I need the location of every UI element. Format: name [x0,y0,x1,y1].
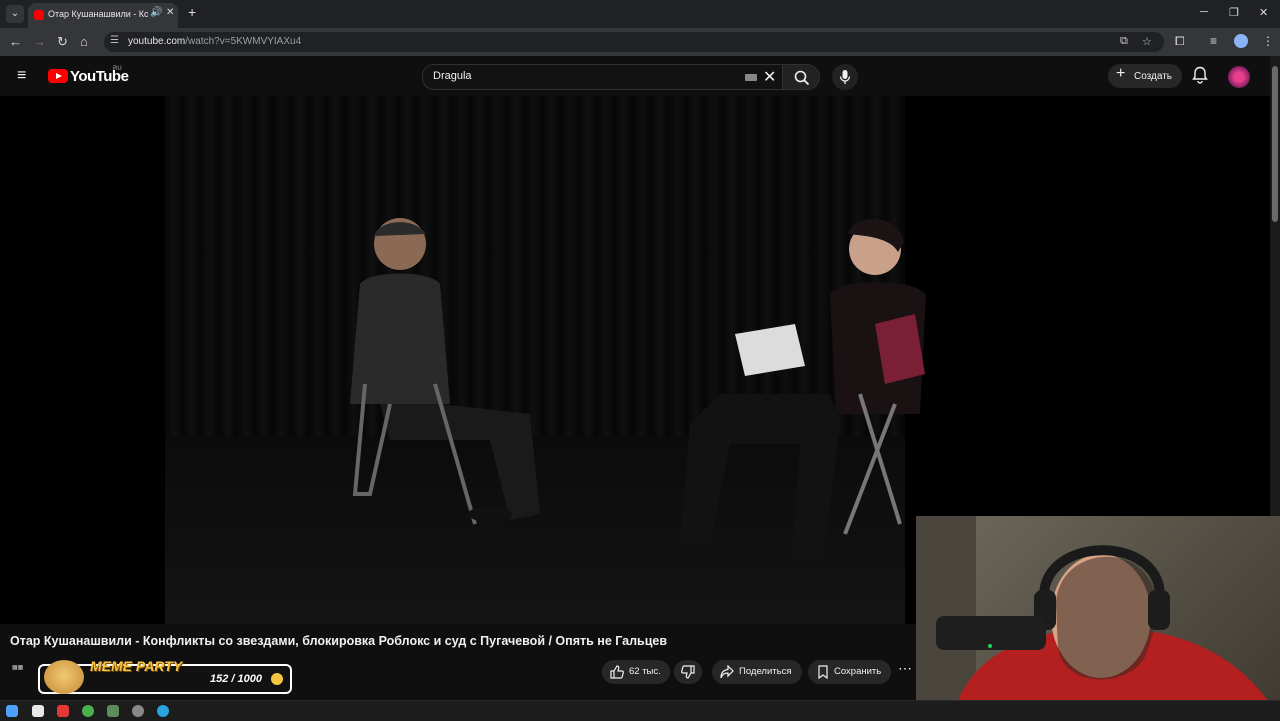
tab-search-button[interactable]: ⌄ [6,5,24,23]
voice-search-button[interactable] [832,64,858,90]
telegram-icon[interactable] [157,705,169,717]
home-icon[interactable]: ⌂ [80,34,88,49]
video-title: Отар Кушанашвили - Конфликты со звездами… [10,634,668,648]
create-button[interactable]: + Создать [1108,64,1182,88]
browser-menu-icon[interactable]: ⋮ [1262,34,1274,48]
url-path: /watch?v=5KWMVYIAXu4 [185,36,302,47]
url-text: youtube.com/watch?v=5KWMVYIAXu4 [128,36,301,47]
create-label: Создать [1134,71,1173,82]
search-icon [794,70,810,86]
search-input[interactable]: Dragula ✕ [422,64,784,90]
youtube-favicon-icon [34,10,44,20]
app-icon-5[interactable] [132,705,144,717]
browser-tab[interactable]: Отар Кушанашвили - Конф 🔊 ✕ [28,3,178,28]
close-window-icon[interactable]: ✕ [1259,6,1268,19]
youtube-logo-icon[interactable] [48,69,68,83]
reload-icon[interactable]: ↻ [57,34,68,50]
close-tab-icon[interactable]: ✕ [166,7,174,18]
thumbs-down-icon [681,665,695,679]
url-host: youtube.com [128,36,186,47]
channel-avatar[interactable]: ▦▦ [12,664,34,678]
like-button[interactable]: 62 тыс. [602,660,670,684]
cast-icon[interactable]: ⧉ [1120,35,1128,48]
bookmark-star-icon[interactable]: ☆ [1142,35,1152,48]
account-avatar[interactable] [1228,66,1250,88]
os-taskbar [0,700,1280,721]
country-code: RU [113,66,122,72]
plus-icon: + [1116,65,1126,82]
share-label: Поделиться [739,666,792,677]
speaker-icon[interactable]: 🔊 [150,7,162,18]
site-info-icon[interactable]: ☰ [110,35,119,46]
bookmark-icon [818,665,828,679]
address-bar[interactable]: ☰ youtube.com/watch?v=5KWMVYIAXu4 ⧉ ☆ [104,32,1164,52]
tab-title: Отар Кушанашвили - Конф [48,9,148,19]
browser-toolbar: ← → ↻ ⌂ ☰ youtube.com/watch?v=5KWMVYIAXu… [0,28,1280,56]
minimize-icon[interactable]: ─ [1200,6,1208,18]
forward-icon[interactable]: → [33,34,46,49]
meme-party-overlay: MEME PARTY 152 / 1000 [38,658,292,694]
thumbs-up-icon [610,665,624,679]
scrollbar-thumb[interactable] [1272,66,1278,222]
streamer-webcam [916,516,1280,720]
video-person-left [350,218,540,525]
youtube-header: ≡ YouTube RU Dragula ✕ + Создать [0,56,1270,96]
doge-icon [44,660,84,694]
share-icon [720,665,734,679]
app-icon-4[interactable] [107,705,119,717]
chrome-icon[interactable] [82,705,94,717]
coin-icon [271,673,283,685]
extensions-icon[interactable]: ⧠ [1175,34,1185,49]
overlay-progress-text: 152 / 1000 [210,673,262,685]
restore-icon[interactable]: ❐ [1229,6,1239,19]
app-y-icon[interactable] [32,705,44,717]
browser-tab-bar: ⌄ Отар Кушанашвили - Конф 🔊 ✕ + ─ ❐ ✕ [0,0,1280,28]
profile-avatar-icon[interactable] [1234,34,1248,48]
back-icon[interactable]: ← [9,34,22,49]
like-count: 62 тыс. [629,666,661,677]
overlay-title: MEME PARTY [90,658,183,674]
yandex-browser-icon[interactable] [57,705,69,717]
media-control-icon[interactable]: ≡ [1210,34,1217,48]
search-value: Dragula [433,70,472,82]
search-button[interactable] [782,64,820,90]
new-tab-button[interactable]: + [188,4,196,20]
microphone-icon [839,70,851,84]
notifications-bell-icon[interactable] [1192,66,1208,84]
dislike-button[interactable] [674,660,702,684]
video-person-right [680,219,926,554]
guide-menu-icon[interactable]: ≡ [17,68,26,84]
streamer-figure [916,516,1280,720]
keyboard-icon[interactable] [745,74,757,81]
windows-start-icon[interactable] [6,705,18,717]
share-button[interactable]: Поделиться [712,660,802,684]
save-button[interactable]: Сохранить [808,660,891,684]
save-label: Сохранить [834,666,882,677]
clear-search-icon[interactable]: ✕ [763,67,776,87]
more-actions-icon[interactable]: ⋯ [898,660,912,677]
